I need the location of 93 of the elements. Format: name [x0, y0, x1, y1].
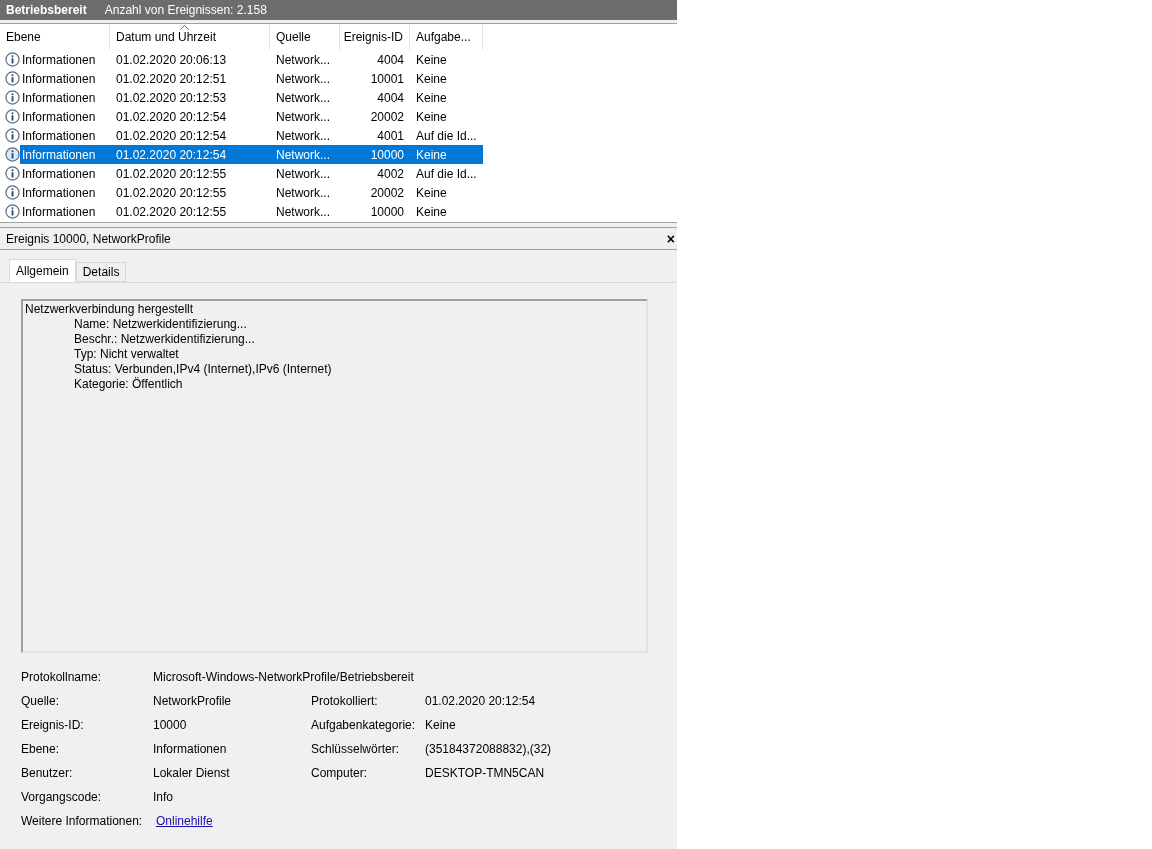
table-cell-text: 4002: [376, 165, 405, 183]
field-value: (35184372088832),(32): [425, 741, 552, 758]
description-line: Kategorie: Öffentlich: [73, 377, 184, 392]
table-cell-text: 4004: [376, 51, 405, 69]
table-cell-text: 01.02.2020 20:12:51: [115, 70, 228, 88]
description-title: Netzwerkverbindung hergestellt: [25, 302, 195, 317]
info-icon: [5, 71, 20, 86]
table-cell-text: 01.02.2020 20:12:53: [115, 89, 228, 107]
table-cell: Informationen: [0, 183, 110, 202]
table-cell: Informationen: [0, 50, 110, 69]
field-label: Weitere Informationen:: [21, 813, 144, 830]
table-cell-text: 20002: [369, 108, 405, 126]
table-cell-text: 01.02.2020 20:12:55: [115, 184, 228, 202]
description-line: Status: Verbunden,IPv4 (Internet),IPv6 (Internet): [73, 362, 333, 377]
table-cell-text: 01.02.2020 20:12:54: [115, 127, 228, 145]
field-value: DESKTOP-TMN5CAN: [425, 765, 545, 782]
table-cell: Informationen: [0, 202, 110, 221]
field-label: Benutzer:: [21, 765, 74, 782]
field-label: Schlüsselwörter:: [311, 741, 401, 758]
field-label: Protokollname:: [21, 669, 103, 686]
table-cell-text: Network...: [275, 127, 331, 145]
info-icon: [5, 52, 20, 67]
field-value: 10000: [153, 717, 187, 734]
table-cell-text: Auf die Id...: [415, 165, 478, 183]
table-cell-text: 4001: [376, 127, 405, 145]
field-label: Ebene:: [21, 741, 61, 758]
help-link[interactable]: Onlinehilfe: [156, 812, 213, 830]
info-icon: [5, 90, 20, 105]
field-label: Quelle:: [21, 693, 61, 710]
tab[interactable]: Details: [75, 262, 127, 282]
table-cell-text: 10000: [369, 203, 405, 221]
event-count: Anzahl von Ereignissen: 2.158: [104, 2, 267, 19]
table-cell: 10000: [340, 145, 410, 164]
table-cell-text: Network...: [275, 165, 331, 183]
table-cell: Informationen: [0, 69, 110, 88]
column-header[interactable]: Ebene: [0, 24, 110, 50]
table-cell-text: 01.02.2020 20:12:54: [115, 108, 228, 126]
field-label: Vorgangscode:: [21, 789, 103, 806]
field-label: Computer:: [311, 765, 369, 782]
column-header[interactable]: Quelle: [270, 24, 340, 50]
field-value: Lokaler Dienst: [153, 765, 230, 782]
info-icon: [5, 166, 20, 181]
field-value: 01.02.2020 20:12:54: [425, 693, 536, 710]
field-value: Informationen: [153, 741, 227, 758]
table-cell-text: Network...: [275, 108, 331, 126]
table-cell-text: Network...: [275, 70, 331, 88]
event-title: Ereignis 10000, NetworkProfile: [6, 230, 171, 248]
column-header[interactable]: Ereignis-ID: [340, 24, 410, 50]
table-cell-text: 4004: [376, 89, 405, 107]
table-cell-text: 01.02.2020 20:06:13: [115, 51, 228, 69]
table-cell-text: 20002: [369, 184, 405, 202]
table-cell: Informationen: [0, 126, 110, 145]
field-label: Aufgabenkategorie:: [311, 717, 417, 734]
table-cell-text: Network...: [275, 203, 331, 221]
column-header[interactable]: Datum und Uhrzeit: [110, 24, 270, 50]
table-cell-text: Network...: [275, 51, 331, 69]
table-cell-text: Keine: [415, 108, 448, 126]
table-cell-text: 01.02.2020 20:12:55: [115, 203, 228, 221]
table-cell-text: Keine: [415, 51, 448, 69]
table-cell: Informationen: [0, 88, 110, 107]
table-cell-text: Auf die Id...: [415, 127, 478, 145]
description-line: Typ: Nicht verwaltet: [73, 347, 180, 362]
field-label: Ereignis-ID:: [21, 717, 85, 734]
info-icon: [5, 128, 20, 143]
table-cell: Informationen: [0, 107, 110, 126]
table-cell-text: Network...: [275, 89, 331, 107]
field-value: Keine: [425, 717, 456, 734]
table-cell-text: Keine: [415, 184, 448, 202]
table-cell-text: Keine: [415, 203, 448, 221]
table-cell-text: 10001: [369, 70, 405, 88]
table-cell-text: Keine: [415, 70, 448, 88]
field-value: Microsoft-Windows-NetworkProfile/Betriebsbereit: [153, 669, 414, 686]
field-label: Protokolliert:: [311, 693, 379, 710]
description-line: Beschr.: Netzwerkidentifizierung...: [73, 332, 256, 347]
table-cell: Keine: [410, 145, 483, 164]
table-cell-text: Keine: [415, 89, 448, 107]
table-cell-text: 01.02.2020 20:12:55: [115, 165, 228, 183]
field-value: NetworkProfile: [153, 693, 232, 710]
table-cell: Informationen: [0, 164, 110, 183]
info-icon: [5, 185, 20, 200]
table-cell: Network...: [270, 145, 340, 164]
close-button[interactable]: ×: [666, 231, 675, 246]
tab[interactable]: Allgemein: [9, 259, 76, 282]
table-cell: 01.02.2020 20:12:54: [110, 145, 270, 164]
column-header[interactable]: Aufgabe...: [410, 24, 483, 50]
table-cell-text: Network...: [275, 184, 331, 202]
info-icon: [5, 109, 20, 124]
info-icon: [5, 147, 20, 162]
field-value: Info: [153, 789, 173, 806]
info-icon: [5, 204, 20, 219]
description-line: Name: Netzwerkidentifizierung...: [73, 317, 248, 332]
log-title: Betriebsbereit: [6, 2, 87, 19]
sort-caret-icon: [179, 25, 189, 30]
